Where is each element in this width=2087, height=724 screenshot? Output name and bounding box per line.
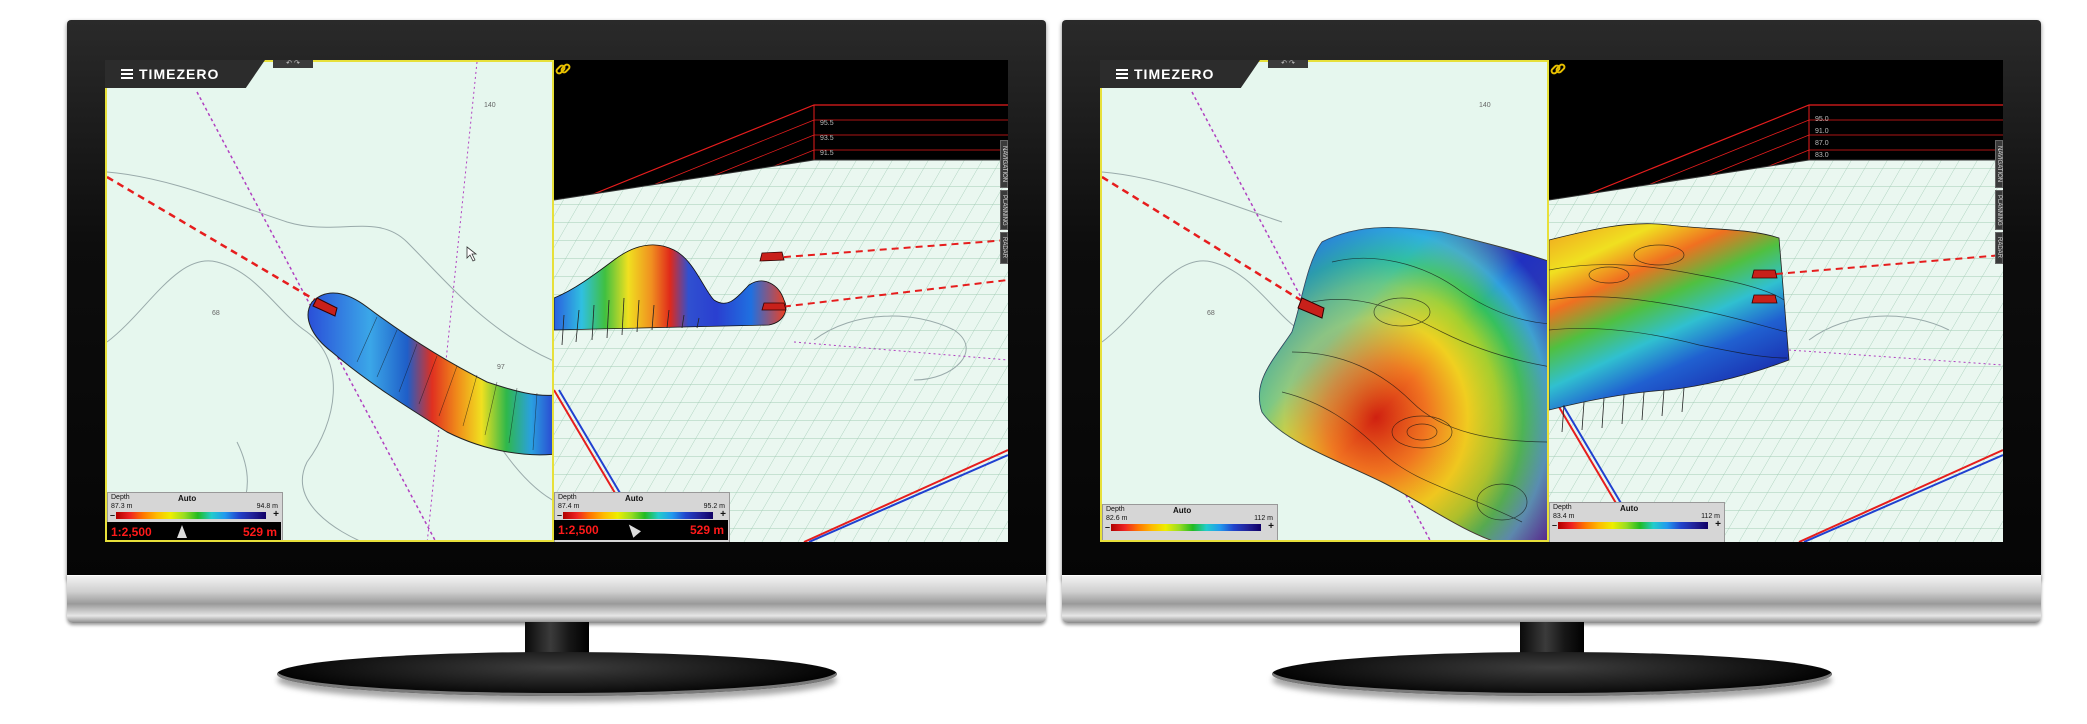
monitor-chrome	[67, 575, 1046, 623]
depth-color-bar	[1111, 524, 1261, 531]
grid-depth-label: 93.5	[820, 135, 834, 142]
view-3d-canvas[interactable]	[1549, 60, 2003, 542]
tab-planning[interactable]: PLANNING	[1000, 190, 1008, 230]
legend-plus-button[interactable]: +	[273, 509, 279, 520]
chart-2d-pane[interactable]: 140 68 Depth Auto 82.6 m 112 m – +	[1100, 60, 1549, 542]
legend-mode[interactable]: Auto	[178, 494, 196, 503]
scale-bar: 1:2,500 529 m	[554, 520, 728, 540]
legend-plus-button[interactable]: +	[1268, 521, 1274, 532]
app-title: TIMEZERO	[1134, 66, 1215, 82]
legend-min: 82.6 m	[1106, 515, 1128, 522]
legend-min: 87.3 m	[111, 503, 133, 510]
monitor-base	[277, 652, 837, 696]
legend-minus-button[interactable]: –	[1105, 522, 1110, 532]
depth-legend[interactable]: Depth Auto 82.6 m 112 m – +	[1102, 504, 1278, 540]
legend-mode[interactable]: Auto	[1620, 504, 1638, 513]
chart-scale: 1:2,500	[111, 525, 152, 539]
app-header: TIMEZERO	[105, 60, 265, 88]
monitor-bezel: 140 68 97 Depth Auto 87.3 m 94.8 m – + 1…	[67, 20, 1046, 580]
legend-title: Depth	[558, 494, 577, 501]
depth-color-bar	[1558, 522, 1708, 529]
grid-depth-label: 91.0	[1815, 128, 1829, 135]
menu-icon[interactable]	[121, 69, 133, 79]
app-header: TIMEZERO	[1100, 60, 1260, 88]
boat-icon[interactable]	[759, 251, 785, 262]
cursor-icon	[466, 246, 478, 262]
monitor-chrome	[1062, 575, 2041, 623]
depth-color-bar	[563, 512, 713, 519]
legend-minus-button[interactable]: –	[110, 510, 115, 520]
legend-mode[interactable]: Auto	[625, 494, 643, 503]
north-arrow-icon	[624, 521, 642, 538]
depth-color-bar	[116, 512, 266, 519]
view-3d-pane[interactable]: 95.5 93.5 91.5 NAVIGATION PLANNING RADAR…	[554, 60, 1008, 542]
tab-radar[interactable]: RADAR	[1000, 232, 1008, 264]
chart-2d-canvas[interactable]	[1102, 62, 1549, 542]
legend-minus-button[interactable]: –	[557, 510, 562, 520]
legend-mode[interactable]: Auto	[1173, 506, 1191, 515]
link-icon[interactable]	[1549, 60, 1567, 78]
depth-sounding: 68	[1207, 310, 1215, 317]
north-arrow-icon	[177, 525, 187, 538]
grid-depth-label: 91.5	[820, 150, 834, 157]
legend-title: Depth	[111, 494, 130, 501]
app-title: TIMEZERO	[139, 66, 220, 82]
scale-bar: 1:2,500 529 m	[107, 522, 281, 540]
screen: 140 68 97 Depth Auto 87.3 m 94.8 m – + 1…	[105, 60, 1008, 542]
legend-minus-button[interactable]: –	[1552, 520, 1557, 530]
legend-plus-button[interactable]: +	[720, 509, 726, 520]
legend-min: 83.4 m	[1553, 513, 1575, 520]
view-3d-pane[interactable]: 95.0 91.0 87.0 83.0 NAVIGATION PLANNING …	[1549, 60, 2003, 542]
undo-redo-bar[interactable]: ↶ ↷	[273, 60, 313, 68]
grid-depth-label: 95.5	[820, 120, 834, 127]
tab-navigation[interactable]: NAVIGATION	[1995, 140, 2003, 188]
tab-radar[interactable]: RADAR	[1995, 232, 2003, 264]
range-value: 529 m	[689, 523, 724, 537]
boat-icon[interactable]	[1751, 269, 1778, 279]
legend-title: Depth	[1553, 504, 1572, 511]
view-3d-canvas[interactable]	[554, 60, 1008, 542]
range-value: 529 m	[242, 525, 277, 539]
chart-2d-canvas[interactable]	[107, 62, 554, 542]
depth-sounding: 68	[212, 310, 220, 317]
tab-planning[interactable]: PLANNING	[1995, 190, 2003, 230]
depth-legend[interactable]: Depth Auto 83.4 m 112 m – +	[1549, 502, 1725, 542]
boat-icon[interactable]	[1751, 294, 1778, 304]
grid-depth-label: 83.0	[1815, 152, 1829, 159]
monitor-bezel: 140 68 Depth Auto 82.6 m 112 m – + TIMEZ…	[1062, 20, 2041, 580]
monitor-left: 140 68 97 Depth Auto 87.3 m 94.8 m – + 1…	[67, 20, 1046, 700]
tab-navigation[interactable]: NAVIGATION	[1000, 140, 1008, 188]
grid-depth-label: 95.0	[1815, 116, 1829, 123]
monitor-right: 140 68 Depth Auto 82.6 m 112 m – + TIMEZ…	[1062, 20, 2041, 700]
legend-plus-button[interactable]: +	[1715, 519, 1721, 530]
boat-icon[interactable]	[761, 302, 787, 311]
chart-2d-pane[interactable]: 140 68 97 Depth Auto 87.3 m 94.8 m – + 1…	[105, 60, 554, 542]
chart-scale: 1:2,500	[558, 523, 599, 537]
undo-redo-bar[interactable]: ↶ ↷	[1268, 60, 1308, 68]
legend-title: Depth	[1106, 506, 1125, 513]
depth-sounding: 140	[484, 102, 496, 109]
monitor-base	[1272, 652, 1832, 696]
legend-min: 87.4 m	[558, 503, 580, 510]
screen: 140 68 Depth Auto 82.6 m 112 m – + TIMEZ…	[1100, 60, 2003, 542]
grid-depth-label: 87.0	[1815, 140, 1829, 147]
link-icon[interactable]	[554, 60, 572, 78]
depth-sounding: 97	[497, 364, 505, 371]
menu-icon[interactable]	[1116, 69, 1128, 79]
depth-sounding: 140	[1479, 102, 1491, 109]
